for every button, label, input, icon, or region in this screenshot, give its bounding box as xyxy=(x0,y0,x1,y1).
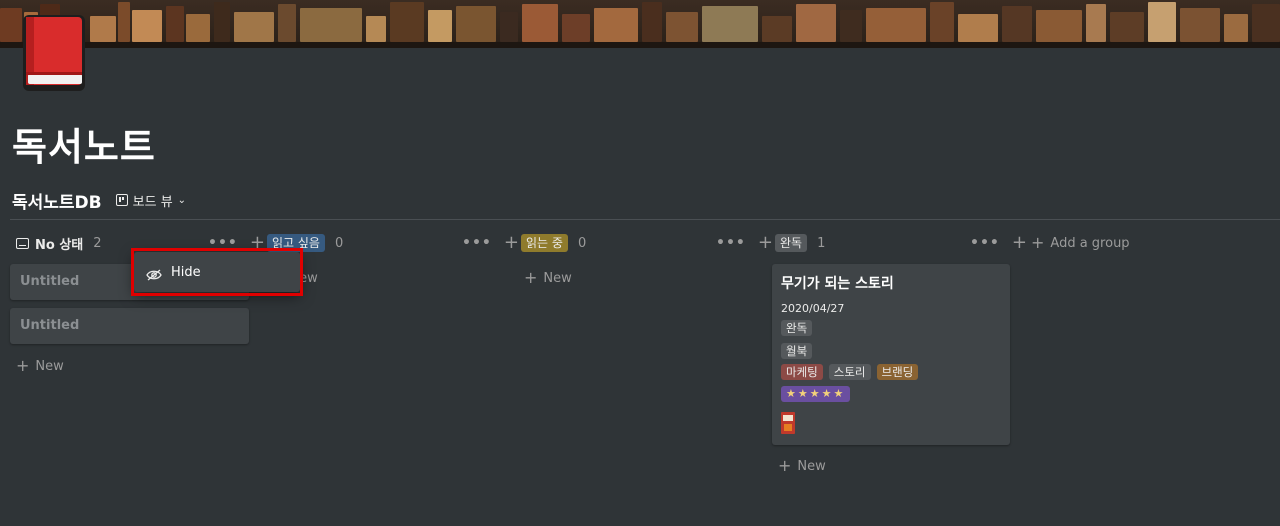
category-tag: 스토리 xyxy=(828,364,871,380)
new-label: New xyxy=(797,458,826,474)
column-count: 1 xyxy=(817,235,826,251)
more-options-icon[interactable]: ••• xyxy=(716,235,746,251)
plus-icon: + xyxy=(524,268,538,287)
status-tag: 완독 xyxy=(781,320,813,336)
database-header: 독서노트DB 보드 뷰 ⌄ xyxy=(12,188,190,213)
column-count: 0 xyxy=(577,235,587,251)
inbox-icon xyxy=(16,237,29,249)
chevron-down-icon: ⌄ xyxy=(177,194,187,206)
category-tags: 마케팅 스토리 브랜딩 xyxy=(781,364,919,380)
category-tag: 브랜딩 xyxy=(876,364,919,380)
database-title[interactable]: 독서노트DB xyxy=(12,188,102,213)
add-card-icon[interactable]: + xyxy=(758,234,773,252)
board-card[interactable]: 무기가 되는 스토리 2020/04/27 완독 월북 마케팅 스토리 브랜딩 … xyxy=(772,264,1010,445)
card-date: 2020/04/27 xyxy=(781,302,845,315)
column-tag: 완독 xyxy=(775,234,808,252)
column-actions: ••• + xyxy=(970,232,1027,254)
add-card-icon[interactable]: + xyxy=(1012,234,1027,252)
plus-icon: + xyxy=(1031,233,1045,252)
rating-tag: ★★★★★ xyxy=(781,386,851,402)
plus-icon: + xyxy=(16,356,30,375)
more-options-icon[interactable]: ••• xyxy=(970,235,1000,251)
new-card-button[interactable]: + New xyxy=(16,358,64,374)
plus-icon: + xyxy=(778,456,792,475)
view-label: 보드 뷰 xyxy=(132,194,173,210)
column-tag: 읽는 중 xyxy=(521,234,568,252)
board-view-icon xyxy=(115,194,128,206)
book-cover-thumbnail xyxy=(781,412,795,434)
column-actions: ••• + xyxy=(462,232,519,254)
card-title: 무기가 되는 스토리 xyxy=(781,276,894,292)
add-group-label: Add a group xyxy=(1050,235,1130,251)
source-tag: 월북 xyxy=(781,343,813,359)
column-count: 2 xyxy=(93,235,102,251)
new-card-button[interactable]: + New xyxy=(524,270,572,286)
column-actions: ••• + xyxy=(716,232,773,254)
card-title: Untitled xyxy=(20,318,80,333)
new-label: New xyxy=(543,270,572,286)
category-tag: 마케팅 xyxy=(781,364,823,380)
column-header-reading[interactable]: 읽는 중 0 xyxy=(521,232,586,254)
add-group-button[interactable]: + Add a group xyxy=(1031,232,1130,254)
highlight-box xyxy=(131,248,303,296)
column-header-done[interactable]: 완독 1 xyxy=(775,232,825,254)
column-title: No 상태 xyxy=(35,237,84,253)
view-switcher-button[interactable]: 보드 뷰 ⌄ xyxy=(112,189,190,212)
page-cover-image xyxy=(0,0,1280,48)
red-book-icon[interactable] xyxy=(20,12,88,94)
add-card-icon[interactable]: + xyxy=(504,234,519,252)
column-header-no-status[interactable]: No 상태 2 xyxy=(16,232,102,254)
page-title[interactable]: 독서노트 xyxy=(12,116,156,171)
more-options-icon[interactable]: ••• xyxy=(462,235,492,251)
new-label: New xyxy=(35,358,64,374)
board-card[interactable]: Untitled xyxy=(10,308,249,344)
divider xyxy=(10,219,1280,220)
column-count: 0 xyxy=(334,235,344,251)
new-card-button[interactable]: + New xyxy=(778,458,826,474)
